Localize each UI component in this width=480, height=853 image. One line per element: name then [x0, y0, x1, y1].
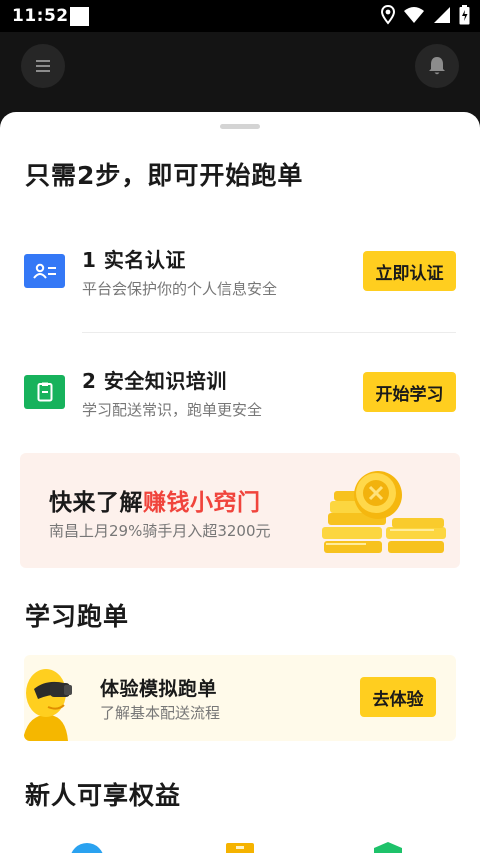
- id-card-icon: [24, 254, 65, 288]
- bell-icon: [429, 57, 445, 75]
- step-title: 2 安全知识培训: [82, 369, 227, 393]
- banner-description: 南昌上月29%骑手月入超3200元: [49, 522, 271, 540]
- wifi-icon: [404, 7, 424, 23]
- step-title: 1 实名认证: [82, 248, 186, 272]
- start-learning-button[interactable]: 开始学习: [363, 372, 456, 412]
- earning-tips-banner[interactable]: 快来了解赚钱小窍门 南昌上月29%骑手月入超3200元: [20, 453, 460, 568]
- banner-title: 快来了解赚钱小窍门: [49, 483, 261, 517]
- menu-icon: [36, 60, 50, 72]
- notification-button[interactable]: [415, 44, 459, 88]
- onboarding-sheet: 只需2步，即可开始跑单 1 实名认证 平台会保护你的个人信息安全 立即认证 2 …: [0, 112, 480, 853]
- banner-title-prefix: 快来了解: [49, 490, 143, 516]
- try-simulation-button[interactable]: 去体验: [360, 677, 436, 717]
- rider-vr-illustration: [24, 669, 72, 741]
- notification-square-icon: [70, 7, 89, 26]
- simulation-card[interactable]: 体验模拟跑单 了解基本配送流程 去体验: [24, 655, 456, 741]
- blue-benefit-icon: [71, 843, 103, 853]
- status-bar: 11:52: [0, 0, 480, 32]
- step-description: 平台会保护你的个人信息安全: [82, 280, 278, 298]
- simulation-description: 了解基本配送流程: [100, 704, 221, 722]
- banner-title-highlight: 赚钱小窍门: [143, 490, 261, 516]
- sheet-title: 只需2步，即可开始跑单: [25, 161, 304, 190]
- benefits-section-title: 新人可享权益: [25, 781, 182, 810]
- simulation-title: 体验模拟跑单: [100, 678, 218, 700]
- sheet-drag-handle[interactable]: [220, 124, 260, 129]
- yellow-benefit-icon: [226, 843, 254, 853]
- location-icon: [381, 5, 395, 25]
- document-icon: [24, 375, 65, 409]
- green-benefit-icon: [374, 842, 402, 853]
- step-real-name-verification: 1 实名认证 平台会保护你的个人信息安全 立即认证: [24, 242, 456, 302]
- learn-section-title: 学习跑单: [25, 602, 130, 631]
- gold-coins-illustration: [322, 471, 446, 553]
- step-safety-training: 2 安全知识培训 学习配送常识，跑单更安全 开始学习: [24, 363, 456, 423]
- top-bar: [0, 32, 480, 112]
- step-description: 学习配送常识，跑单更安全: [82, 401, 263, 419]
- battery-icon: [459, 5, 470, 25]
- verify-now-button[interactable]: 立即认证: [363, 251, 456, 291]
- signal-icon: [434, 7, 450, 23]
- menu-button[interactable]: [21, 44, 65, 88]
- divider: [82, 332, 456, 333]
- status-time: 11:52: [12, 6, 69, 26]
- system-icons: [381, 5, 470, 25]
